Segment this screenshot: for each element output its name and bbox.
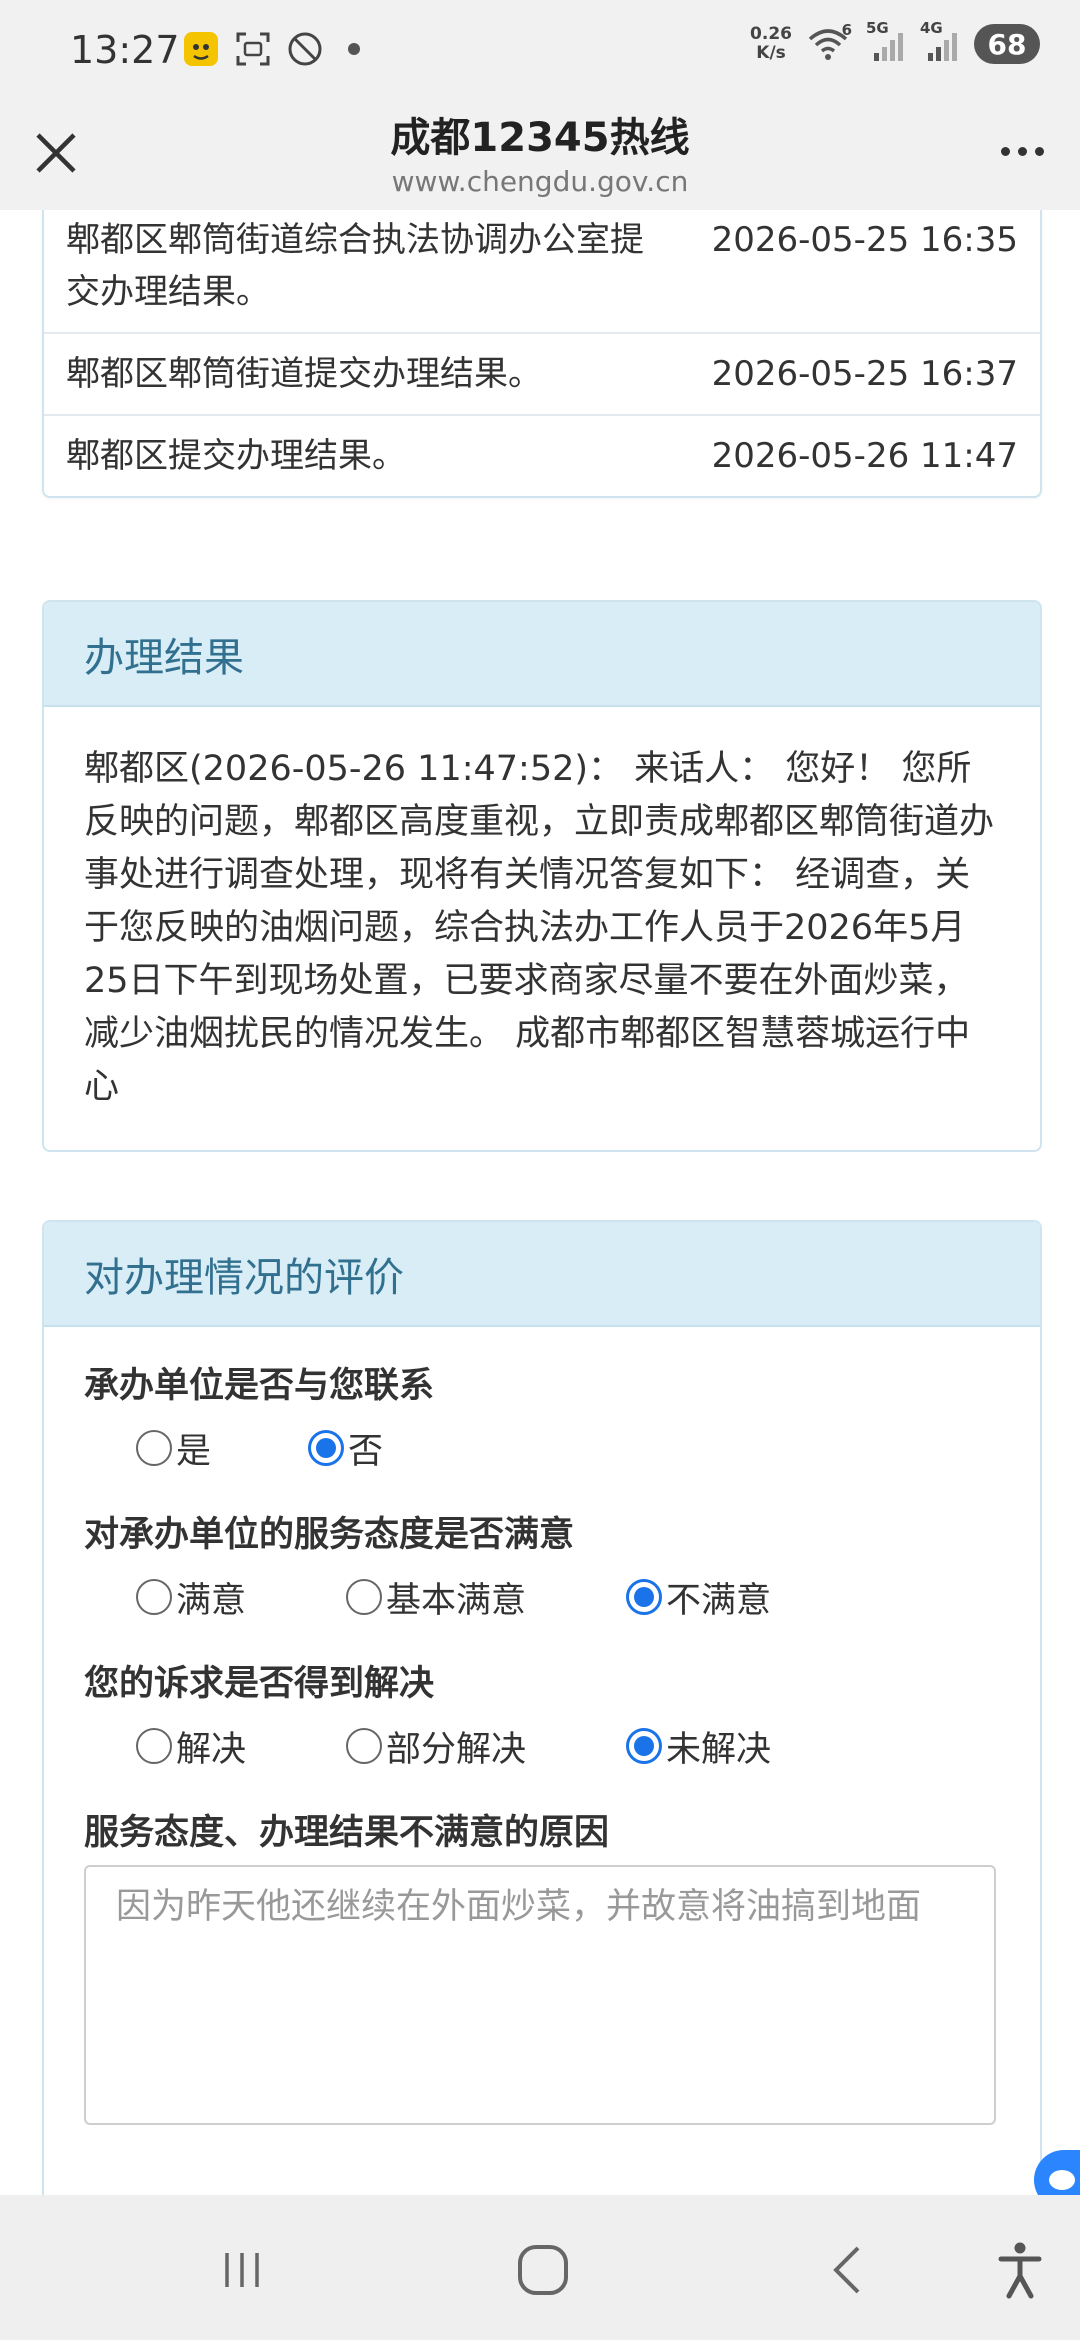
- result-text: 郫都区(2026-05-26 11:47:52)： 来话人： 您好！ 您所反映的…: [84, 749, 995, 1107]
- no-disturb-icon: [286, 30, 324, 68]
- recent-apps-button[interactable]: [207, 2235, 277, 2305]
- radio-attitude-basically-satisfied[interactable]: 基本满意: [346, 1572, 526, 1623]
- battery-icon: 68: [974, 24, 1040, 64]
- radio-label: 未解决: [666, 1729, 772, 1770]
- network-speed: 0.26 K/s: [750, 25, 792, 63]
- result-card-heading: 办理结果: [44, 602, 1040, 707]
- wifi-label: 6: [841, 21, 852, 39]
- log-time: 2026-05-26 11:47: [711, 436, 1018, 476]
- radio-attitude-satisfied[interactable]: 满意: [136, 1572, 246, 1623]
- radio-partially-resolved[interactable]: 部分解决: [346, 1721, 526, 1772]
- back-button[interactable]: [812, 2235, 882, 2305]
- home-icon: [518, 2245, 568, 2295]
- radio-checked-icon: [626, 1728, 662, 1764]
- radio-label: 不满意: [666, 1580, 772, 1621]
- signal-4g-icon: 4G: [920, 19, 960, 63]
- log-description: 郫都区郫筒街道综合执法协调办公室提交办理结果。: [66, 220, 644, 312]
- log-description: 郫都区提交办理结果。: [66, 436, 406, 476]
- wifi-icon: 6: [806, 21, 852, 63]
- radio-checked-icon: [308, 1430, 344, 1466]
- radio-label: 基本满意: [386, 1580, 527, 1621]
- accessibility-icon: [998, 2242, 1042, 2299]
- attitude-radio-group: 满意 基本满意 不满意: [84, 1557, 1000, 1637]
- status-notification-icons: [182, 30, 360, 68]
- page-title: 成都12345热线: [390, 115, 690, 161]
- question-resolved-label: 您的诉求是否得到解决: [84, 1664, 435, 1704]
- radio-checked-icon: [626, 1579, 662, 1615]
- radio-unchecked-icon: [346, 1728, 382, 1764]
- signal-5g-label: 5G: [866, 19, 889, 37]
- log-time: 2026-05-25 16:37: [711, 354, 1018, 394]
- radio-unchecked-icon: [136, 1579, 172, 1615]
- table-row: 郫都区郫筒街道综合执法协调办公室提交办理结果。 2026-05-25 16:35: [44, 210, 1040, 332]
- app-header: 成都12345热线 www.chengdu.gov.cn: [0, 105, 1080, 210]
- status-right-icons: 0.26 K/s 6 5G 4G 68: [750, 19, 1040, 64]
- radio-unchecked-icon: [136, 1430, 172, 1466]
- table-row: 郫都区提交办理结果。 2026-05-26 11:47: [44, 414, 1040, 496]
- radio-contact-no[interactable]: 否: [308, 1423, 383, 1474]
- status-time: 13:27: [70, 28, 180, 72]
- contact-radio-group: 是 否: [84, 1408, 1000, 1488]
- progress-log-table: 郫都区郫筒街道综合执法协调办公室提交办理结果。 2026-05-25 16:35…: [42, 210, 1042, 498]
- status-bar: 13:27 0.26 K/s 6 5G 4G 68: [0, 0, 1080, 105]
- page-url: www.chengdu.gov.cn: [391, 165, 689, 198]
- accessibility-button[interactable]: [985, 2235, 1055, 2305]
- radio-unchecked-icon: [136, 1728, 172, 1764]
- more-notifications-dot-icon: [348, 43, 360, 55]
- signal-5g-icon: 5G: [866, 19, 906, 63]
- log-description: 郫都区郫筒街道提交办理结果。: [66, 354, 542, 394]
- more-dot-icon: [1034, 146, 1044, 156]
- question-attitude-label: 对承办单位的服务态度是否满意: [84, 1515, 575, 1555]
- app-notification-icon: [182, 30, 220, 68]
- reason-label: 服务态度、办理结果不满意的原因: [84, 1813, 610, 1853]
- radio-unresolved[interactable]: 未解决: [626, 1721, 771, 1772]
- radio-contact-yes[interactable]: 是: [136, 1423, 211, 1474]
- more-dot-icon: [1000, 146, 1010, 156]
- more-dot-icon: [1017, 146, 1027, 156]
- screenshot-icon: [234, 30, 272, 68]
- more-menu-button[interactable]: [992, 131, 1052, 171]
- log-time: 2026-05-25 16:35: [711, 220, 1018, 260]
- page-content[interactable]: 郫都区郫筒街道综合执法协调办公室提交办理结果。 2026-05-25 16:35…: [0, 210, 1080, 2195]
- radio-label: 解决: [176, 1729, 247, 1770]
- evaluation-form: 承办单位是否与您联系 是 否 对承办单位的服务态度是否满意 满意 基本满意 不满…: [44, 1327, 1040, 2149]
- radio-label: 是: [176, 1431, 212, 1472]
- signal-4g-label: 4G: [920, 19, 943, 37]
- table-row: 郫都区郫筒街道提交办理结果。 2026-05-25 16:37: [44, 332, 1040, 414]
- resolved-radio-group: 解决 部分解决 未解决: [84, 1706, 1000, 1786]
- back-icon: [833, 2246, 860, 2294]
- radio-attitude-unsatisfied[interactable]: 不满意: [626, 1572, 771, 1623]
- result-card: 办理结果 郫都区(2026-05-26 11:47:52)： 来话人： 您好！ …: [42, 600, 1042, 1152]
- evaluation-card-heading: 对办理情况的评价: [44, 1222, 1040, 1327]
- radio-unchecked-icon: [346, 1579, 382, 1615]
- network-speed-unit: K/s: [756, 43, 786, 63]
- radio-label: 否: [348, 1431, 384, 1472]
- radio-label: 满意: [176, 1580, 247, 1621]
- radio-resolved[interactable]: 解决: [136, 1721, 246, 1772]
- network-speed-value: 0.26: [750, 24, 792, 44]
- reason-textarea[interactable]: 因为昨天他还继续在外面炒菜，并故意将油搞到地面: [84, 1865, 996, 2125]
- home-button[interactable]: [508, 2235, 578, 2305]
- system-nav-bar: [0, 2195, 1080, 2340]
- question-contact-label: 承办单位是否与您联系: [84, 1366, 435, 1406]
- recent-apps-icon: [225, 2253, 259, 2287]
- evaluation-card: 对办理情况的评价 承办单位是否与您联系 是 否 对承办单位的服务态度是否满意 满…: [42, 1220, 1042, 2195]
- radio-label: 部分解决: [386, 1729, 527, 1770]
